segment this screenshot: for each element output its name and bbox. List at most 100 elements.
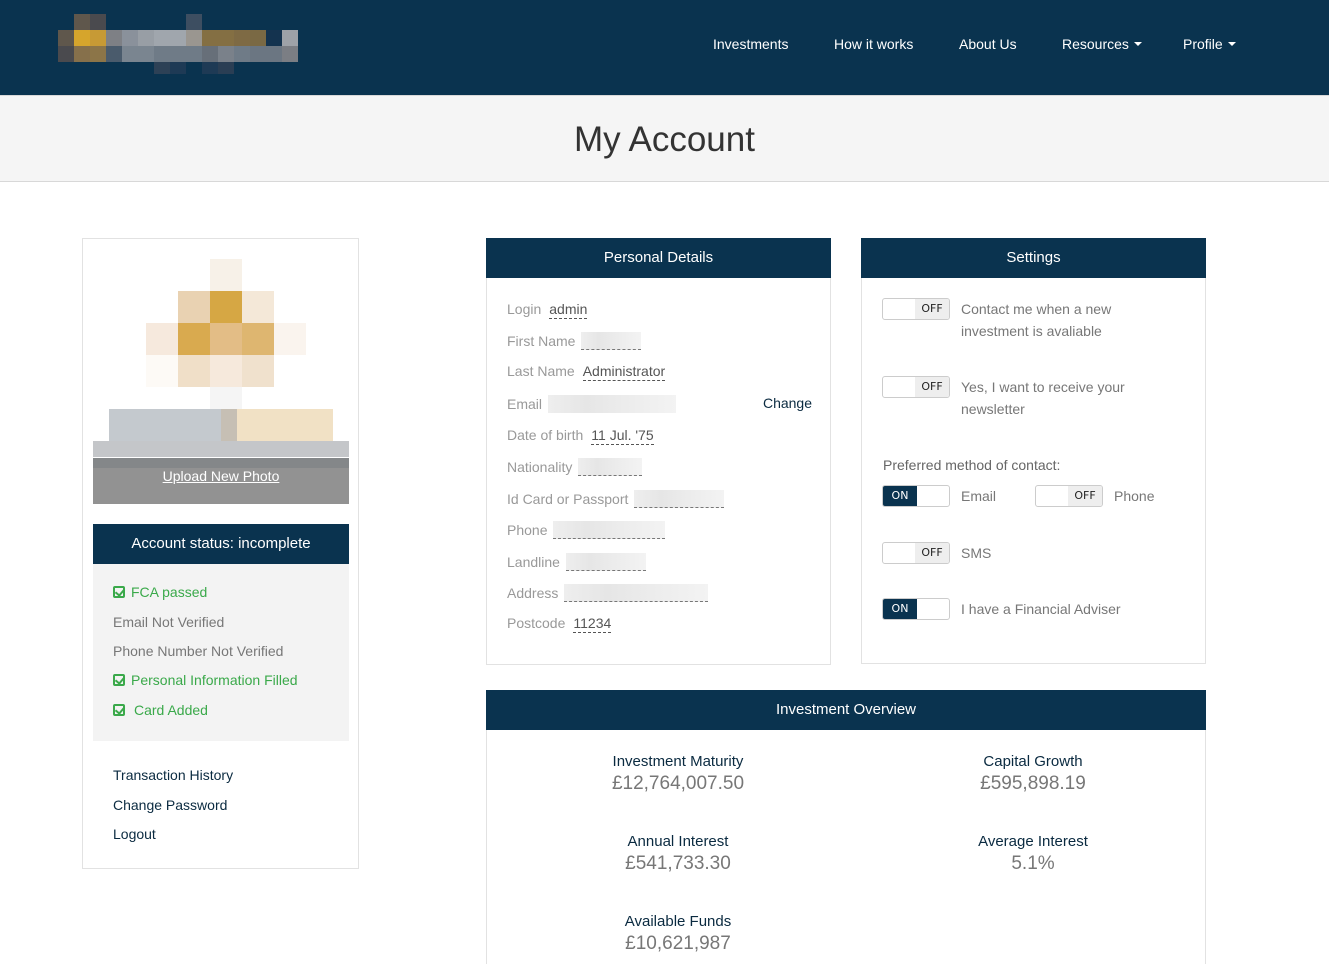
status-label: Personal Information Filled bbox=[131, 672, 298, 688]
field-label: Phone bbox=[507, 522, 548, 538]
toggle-contact-sms[interactable]: OFF bbox=[882, 542, 950, 564]
status-label: Phone Number Not Verified bbox=[113, 643, 284, 659]
field-landline: Landline bbox=[507, 553, 646, 571]
field-label: Last Name bbox=[507, 363, 575, 379]
stat-label: Investment Maturity bbox=[612, 753, 744, 770]
preferred-contact-label: Preferred method of contact: bbox=[883, 457, 1061, 473]
field-value-redacted[interactable] bbox=[581, 332, 642, 350]
contact-sms-label: SMS bbox=[961, 545, 992, 561]
label-line: newsletter bbox=[961, 401, 1025, 417]
field-email: Email bbox=[507, 395, 677, 413]
logout-link[interactable]: Logout bbox=[113, 826, 156, 842]
profile-card: Upload New Photo Account status: incompl… bbox=[82, 238, 359, 869]
field-value[interactable]: 11234 bbox=[573, 615, 612, 633]
field-value[interactable]: Administrator bbox=[582, 363, 666, 381]
field-nationality: Nationality bbox=[507, 458, 643, 476]
toggle-state: ON bbox=[883, 486, 917, 506]
field-label: Postcode bbox=[507, 615, 566, 631]
field-label: Address bbox=[507, 585, 559, 601]
main-nav: Investments How it works About Us Resour… bbox=[0, 36, 1329, 56]
status-item-phone: Phone Number Not Verified bbox=[113, 643, 283, 659]
nav-label: Profile bbox=[1183, 36, 1223, 52]
toggle-contact-email[interactable]: ON bbox=[882, 485, 950, 507]
stat-value: £595,898.19 bbox=[980, 773, 1086, 794]
toggle-contact-phone[interactable]: OFF bbox=[1035, 485, 1103, 507]
nav-resources-dropdown[interactable]: Resources bbox=[1062, 36, 1142, 52]
newsletter-label: Yes, I want to receive your newsletter bbox=[961, 376, 1125, 420]
stat-label: Available Funds bbox=[624, 913, 732, 930]
field-label: Nationality bbox=[507, 459, 573, 475]
page-title: My Account bbox=[574, 120, 755, 159]
caret-down-icon bbox=[1227, 42, 1236, 47]
nav-about-us[interactable]: About Us bbox=[959, 36, 1017, 52]
stat-value: 5.1% bbox=[1011, 853, 1055, 874]
contact-email-label: Email bbox=[961, 488, 997, 504]
check-square-icon bbox=[113, 674, 125, 686]
field-value-redacted[interactable] bbox=[634, 490, 725, 508]
field-date-of-birth: Date of birth 11 Jul. '75 bbox=[507, 427, 654, 445]
nav-label: About Us bbox=[959, 36, 1017, 52]
change-email-link[interactable]: Change bbox=[763, 395, 812, 411]
label-line: Yes, I want to receive your bbox=[961, 379, 1125, 395]
toggle-state: OFF bbox=[915, 299, 949, 319]
field-label: Login bbox=[507, 301, 542, 317]
change-password-link[interactable]: Change Password bbox=[113, 797, 227, 813]
new-investment-label: Contact me when a new investment is avali… bbox=[961, 298, 1111, 342]
personal-details-panel: Personal Details Login admin First Name L… bbox=[486, 238, 831, 665]
field-label: First Name bbox=[507, 333, 576, 349]
status-item-email: Email Not Verified bbox=[113, 614, 224, 630]
page-header: My Account bbox=[0, 95, 1329, 182]
settings-panel: Settings OFF Contact me when a new invest… bbox=[861, 238, 1206, 664]
settings-heading: Settings bbox=[861, 238, 1206, 278]
field-postcode: Postcode 11234 bbox=[507, 615, 612, 633]
field-label: Id Card or Passport bbox=[507, 491, 629, 507]
nav-label: How it works bbox=[834, 36, 914, 52]
nav-profile-dropdown[interactable]: Profile bbox=[1183, 36, 1236, 52]
field-first-name: First Name bbox=[507, 332, 642, 350]
stat-label: Capital Growth bbox=[983, 753, 1083, 770]
field-value-redacted[interactable] bbox=[578, 458, 643, 476]
upload-new-photo-link[interactable]: Upload New Photo bbox=[93, 468, 349, 484]
nav-label: Investments bbox=[713, 36, 789, 52]
toggle-new-investment[interactable]: OFF bbox=[882, 298, 950, 320]
toggle-newsletter[interactable]: OFF bbox=[882, 376, 950, 398]
toggle-state: OFF bbox=[915, 377, 949, 397]
financial-adviser-label: I have a Financial Adviser bbox=[961, 601, 1121, 617]
upload-photo-bar: Upload New Photo bbox=[93, 458, 349, 504]
status-item-card: Card Added bbox=[113, 702, 208, 718]
nav-label: Resources bbox=[1062, 36, 1129, 52]
toggle-state: ON bbox=[883, 599, 917, 619]
toggle-state: OFF bbox=[915, 543, 949, 563]
nav-investments[interactable]: Investments bbox=[713, 36, 788, 52]
toggle-state: OFF bbox=[1068, 486, 1102, 506]
check-square-icon bbox=[113, 586, 125, 598]
field-value[interactable]: 11 Jul. '75 bbox=[591, 427, 654, 445]
contact-phone-label: Phone bbox=[1114, 488, 1155, 504]
account-status-list: FCA passed Email Not Verified Phone Numb… bbox=[93, 564, 349, 741]
stat-value: £541,733.30 bbox=[625, 853, 731, 874]
stat-label: Average Interest bbox=[978, 833, 1088, 850]
stat-value: £12,764,007.50 bbox=[611, 773, 745, 794]
status-item-fca: FCA passed bbox=[113, 584, 207, 600]
field-phone: Phone bbox=[507, 521, 666, 539]
investment-overview-heading: Investment Overview bbox=[486, 690, 1206, 730]
stat-annual-interest: Annual Interest £541,733.30 bbox=[528, 833, 828, 875]
check-square-icon bbox=[113, 704, 125, 716]
top-navbar: Investments How it works About Us Resour… bbox=[0, 0, 1329, 95]
field-label: Date of birth bbox=[507, 427, 584, 443]
nav-how-it-works[interactable]: How it works bbox=[834, 36, 913, 52]
label-line: investment is avaliable bbox=[961, 323, 1102, 339]
field-value-redacted[interactable] bbox=[564, 584, 709, 602]
field-label: Landline bbox=[507, 554, 560, 570]
stat-available-funds: Available Funds £10,621,987 bbox=[528, 913, 828, 955]
toggle-financial-adviser[interactable]: ON bbox=[882, 598, 950, 620]
field-value-redacted[interactable] bbox=[565, 553, 646, 571]
status-label: Card Added bbox=[134, 702, 208, 718]
transaction-history-link[interactable]: Transaction History bbox=[113, 767, 233, 783]
field-value[interactable]: admin bbox=[549, 301, 588, 319]
field-address: Address bbox=[507, 584, 709, 602]
field-value-redacted[interactable] bbox=[553, 521, 666, 539]
investment-overview-panel: Investment Overview Investment Maturity … bbox=[486, 690, 1206, 964]
field-value-redacted bbox=[548, 395, 677, 413]
field-last-name: Last Name Administrator bbox=[507, 363, 666, 381]
